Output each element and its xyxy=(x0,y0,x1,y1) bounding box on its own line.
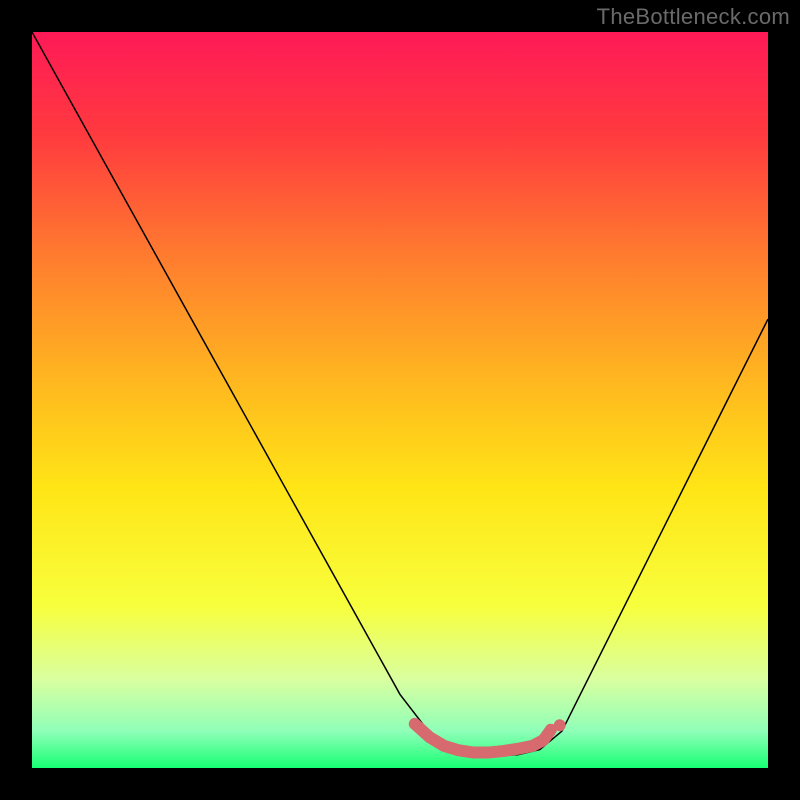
bottleneck-curve xyxy=(32,32,768,755)
chart-overlay xyxy=(32,32,768,768)
optimal-range-band xyxy=(415,724,551,753)
watermark-text: TheBottleneck.com xyxy=(597,4,790,30)
chart-plot-area xyxy=(32,32,768,768)
optimal-range-end-dot xyxy=(554,719,566,731)
chart-frame: TheBottleneck.com xyxy=(0,0,800,800)
